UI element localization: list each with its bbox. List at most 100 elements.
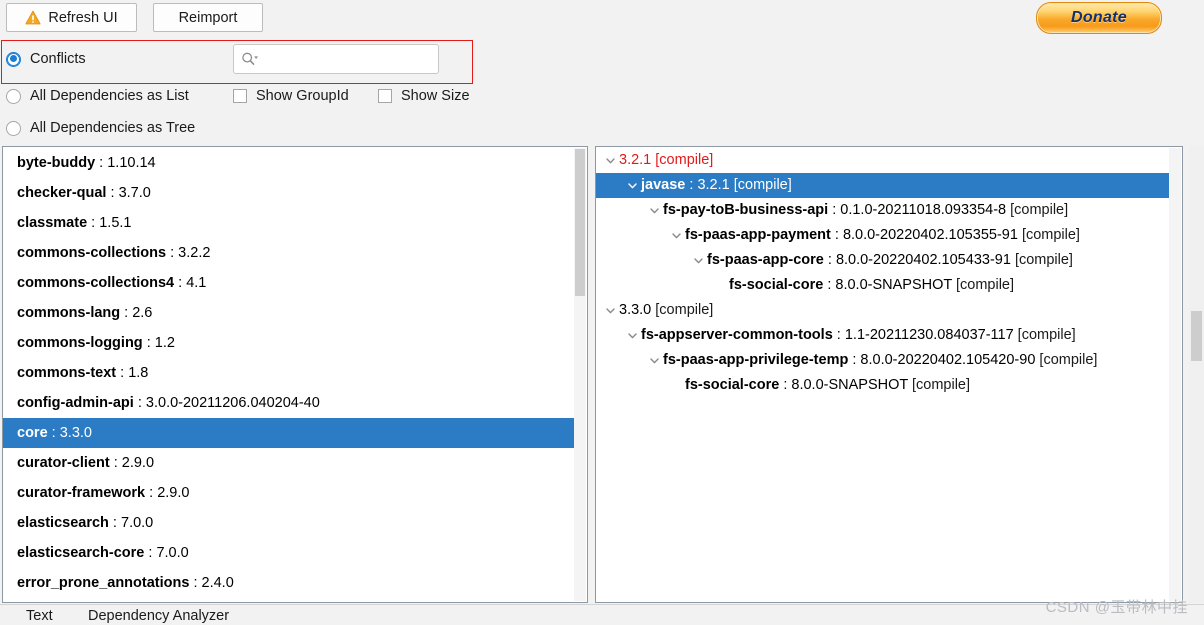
radio-all-dependencies-as-tree[interactable]: All Dependencies as Tree bbox=[6, 120, 195, 136]
tree-row-scope: [compile] bbox=[912, 377, 971, 393]
dependency-tree[interactable]: 3.2.1 [compile] javase : 3.2.1 [compile] f… bbox=[596, 148, 1170, 398]
list-item-separator: : bbox=[189, 575, 202, 591]
chevron-down-icon[interactable] bbox=[602, 148, 619, 173]
tree-row[interactable]: fs-appserver-common-tools : 1.1-20211230… bbox=[596, 323, 1170, 348]
tree-row-version: 8.0.0-SNAPSHOT bbox=[835, 277, 956, 293]
dependency-analyzer-window: Refresh UI Reimport Donate Conflicts All… bbox=[0, 0, 1204, 625]
checkbox-show-groupid-box[interactable] bbox=[233, 89, 247, 103]
list-item-separator: : bbox=[145, 485, 158, 501]
search-input[interactable] bbox=[233, 44, 439, 74]
tree-row-artifact: fs-social-core bbox=[685, 377, 780, 393]
list-item-artifact: classmate bbox=[17, 215, 88, 231]
options-panel: Conflicts All Dependencies as List Show … bbox=[0, 36, 1204, 144]
chevron-down-icon[interactable] bbox=[646, 348, 663, 373]
list-item[interactable]: core : 3.3.0 bbox=[3, 418, 574, 448]
tree-row-separator: : bbox=[828, 202, 841, 218]
chevron-down-icon[interactable] bbox=[646, 198, 663, 223]
tree-row-scope: [compile] bbox=[655, 152, 714, 168]
list-item-version: 1.5.1 bbox=[99, 215, 132, 231]
dependency-tree-scrollbar[interactable] bbox=[1169, 148, 1181, 601]
radio-conflicts-indicator[interactable] bbox=[6, 51, 21, 67]
list-item-artifact: elasticsearch-core bbox=[17, 545, 145, 561]
tree-row[interactable]: fs-pay-toB-business-api : 0.1.0-20211018… bbox=[596, 198, 1170, 223]
tree-row-label: fs-paas-app-privilege-temp : 8.0.0-20220… bbox=[663, 348, 1097, 373]
refresh-ui-button[interactable]: Refresh UI bbox=[6, 3, 137, 32]
tab-dependency-analyzer[interactable]: Dependency Analyzer bbox=[88, 608, 229, 624]
checkbox-show-groupid[interactable]: Show GroupId bbox=[233, 88, 349, 104]
list-item[interactable]: elasticsearch-core : 7.0.0 bbox=[3, 538, 574, 568]
list-item[interactable]: curator-client : 2.9.0 bbox=[3, 448, 574, 478]
chevron-down-icon[interactable] bbox=[690, 248, 707, 273]
list-item[interactable]: checker-qual : 3.7.0 bbox=[3, 178, 574, 208]
tree-row-label: fs-social-core : 8.0.0-SNAPSHOT [compile… bbox=[685, 373, 970, 398]
tree-row-version: 3.2.1 bbox=[697, 177, 734, 193]
tree-row[interactable]: fs-paas-app-privilege-temp : 8.0.0-20220… bbox=[596, 348, 1170, 373]
list-item[interactable]: commons-collections : 3.2.2 bbox=[3, 238, 574, 268]
chevron-down-icon[interactable] bbox=[668, 223, 685, 248]
reimport-button[interactable]: Reimport bbox=[153, 3, 263, 32]
list-item-version: 4.1 bbox=[186, 275, 207, 291]
dependency-list[interactable]: byte-buddy : 1.10.14 checker-qual : 3.7.0… bbox=[3, 148, 574, 602]
list-item-artifact: byte-buddy bbox=[17, 155, 96, 171]
tree-row-version: 0.1.0-20211018.093354-8 bbox=[840, 202, 1011, 218]
list-item[interactable]: elasticsearch : 7.0.0 bbox=[3, 508, 574, 538]
tree-row[interactable]: javase : 3.2.1 [compile] bbox=[596, 173, 1170, 198]
donate-button[interactable]: Donate bbox=[1036, 2, 1162, 34]
donate-label: Donate bbox=[1070, 9, 1128, 26]
list-item-separator: : bbox=[116, 365, 129, 381]
tree-row-version: 3.2.1 bbox=[619, 152, 656, 168]
list-item[interactable]: config-admin-api : 3.0.0-20211206.040204… bbox=[3, 388, 574, 418]
tree-row-version: 8.0.0-20220402.105433-91 bbox=[835, 252, 1015, 268]
list-item[interactable]: commons-lang : 2.6 bbox=[3, 298, 574, 328]
checkbox-show-size-box[interactable] bbox=[378, 89, 392, 103]
list-item-artifact: commons-lang bbox=[17, 305, 121, 321]
list-item-artifact: commons-logging bbox=[17, 335, 143, 351]
tree-row-label: fs-paas-app-payment : 8.0.0-20220402.105… bbox=[685, 223, 1080, 248]
tree-row-label: fs-paas-app-core : 8.0.0-20220402.105433… bbox=[707, 248, 1073, 273]
list-item-artifact: checker-qual bbox=[17, 185, 107, 201]
dependency-tree-panel: 3.2.1 [compile] javase : 3.2.1 [compile] f… bbox=[595, 146, 1183, 603]
tree-row[interactable]: 3.3.0 [compile] bbox=[596, 298, 1170, 323]
tab-text[interactable]: Text bbox=[26, 608, 53, 624]
window-scrollbar-thumb[interactable] bbox=[1191, 311, 1202, 361]
tree-row[interactable]: fs-social-core : 8.0.0-SNAPSHOT [compile… bbox=[596, 373, 1170, 398]
list-item-version: 3.7.0 bbox=[118, 185, 151, 201]
chevron-down-icon[interactable] bbox=[624, 173, 641, 198]
dependency-list-scrollbar-thumb[interactable] bbox=[575, 149, 585, 296]
radio-all-dependencies-as-list[interactable]: All Dependencies as List bbox=[6, 88, 189, 104]
list-item[interactable]: commons-collections4 : 4.1 bbox=[3, 268, 574, 298]
checkbox-show-size-label: Show Size bbox=[401, 88, 470, 104]
list-item[interactable]: classmate : 1.5.1 bbox=[3, 208, 574, 238]
tree-row[interactable]: fs-paas-app-core : 8.0.0-20220402.105433… bbox=[596, 248, 1170, 273]
list-item-artifact: curator-framework bbox=[17, 485, 146, 501]
tree-row[interactable]: 3.2.1 [compile] bbox=[596, 148, 1170, 173]
refresh-ui-label: Refresh UI bbox=[48, 9, 118, 26]
tree-row-separator: : bbox=[823, 252, 836, 268]
search-magnifier-icon[interactable] bbox=[241, 51, 259, 67]
list-item[interactable]: error_prone_annotations : 2.4.0 bbox=[3, 568, 574, 598]
tree-row-version: 8.0.0-20220402.105355-91 bbox=[842, 227, 1022, 243]
window-scrollbar[interactable] bbox=[1189, 146, 1204, 603]
tree-row-scope: [compile] bbox=[1021, 227, 1080, 243]
list-item-separator: : bbox=[174, 275, 187, 291]
list-item[interactable]: commons-text : 1.8 bbox=[3, 358, 574, 388]
radio-all-tree-indicator[interactable] bbox=[6, 120, 21, 136]
chevron-down-icon[interactable] bbox=[624, 323, 641, 348]
list-item-separator: : bbox=[166, 245, 179, 261]
list-item-version: 7.0.0 bbox=[156, 545, 189, 561]
radio-all-list-indicator[interactable] bbox=[6, 88, 21, 104]
chevron-down-icon[interactable] bbox=[602, 298, 619, 323]
radio-conflicts[interactable]: Conflicts bbox=[6, 51, 86, 67]
checkbox-show-size[interactable]: Show Size bbox=[378, 88, 470, 104]
list-item[interactable]: fs-appcenter-rest-api : 2.0.0-20210720.0… bbox=[3, 598, 574, 602]
list-item-version: 1.10.14 bbox=[107, 155, 156, 171]
tree-row[interactable]: fs-social-core : 8.0.0-SNAPSHOT [compile… bbox=[596, 273, 1170, 298]
tree-row[interactable]: fs-paas-app-payment : 8.0.0-20220402.105… bbox=[596, 223, 1170, 248]
list-item[interactable]: curator-framework : 2.9.0 bbox=[3, 478, 574, 508]
list-item-separator: : bbox=[144, 545, 157, 561]
list-item[interactable]: commons-logging : 1.2 bbox=[3, 328, 574, 358]
list-item[interactable]: byte-buddy : 1.10.14 bbox=[3, 148, 574, 178]
list-item-version: 3.2.2 bbox=[178, 245, 211, 261]
dependency-list-scrollbar[interactable] bbox=[574, 148, 586, 601]
